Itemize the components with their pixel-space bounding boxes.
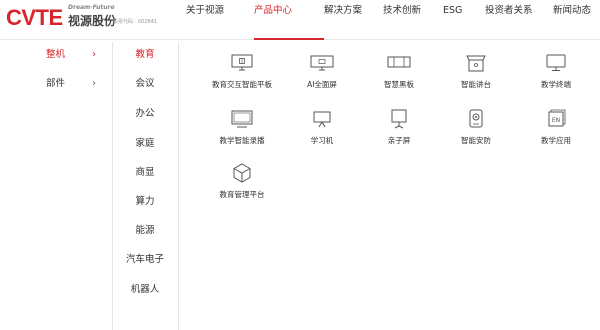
- subcategory-auto-electronics[interactable]: 汽车电子: [112, 250, 178, 270]
- smart-podium-icon: [464, 52, 488, 74]
- nav-products[interactable]: 产品中心: [254, 0, 324, 40]
- recording-display-icon: [230, 108, 254, 130]
- chevron-right-icon: ›: [92, 78, 96, 89]
- product-teaching-app[interactable]: EN 教学应用: [508, 108, 600, 146]
- sidebar-divider: [178, 42, 179, 330]
- category-label: 整机: [46, 49, 66, 60]
- product-label: 教学应用: [541, 136, 571, 145]
- learning-tablet-icon: [310, 108, 334, 130]
- category-components[interactable]: 部件 ›: [46, 74, 102, 94]
- subcategory-meeting[interactable]: 会议: [112, 74, 178, 94]
- nav-investor-relations[interactable]: 投资者关系: [485, 0, 553, 40]
- main-nav: 关于视源 产品中心 解决方案 技术创新 ESG 投资者关系 新闻动态: [178, 0, 600, 40]
- cube-icon: [230, 162, 254, 184]
- subcategory-education[interactable]: 教育: [112, 45, 178, 65]
- product-education-management-platform[interactable]: 教育管理平台: [194, 162, 290, 200]
- smart-blackboard-icon: [387, 52, 411, 74]
- nav-news[interactable]: 新闻动态: [553, 0, 600, 40]
- category-complete-machine[interactable]: 整机 ›: [46, 45, 102, 65]
- product-label: 教学终端: [541, 80, 571, 89]
- nav-about[interactable]: 关于视源: [186, 0, 254, 40]
- logo-tagline: Dream·Future: [68, 4, 115, 11]
- subcategory-commercial-display[interactable]: 商显: [112, 163, 178, 183]
- subcategory-energy[interactable]: 能源: [112, 221, 178, 241]
- top-header: CVTE Dream·Future 视源股份 股票代码：002841 关于视源 …: [0, 0, 600, 40]
- logo-company-name: 视源股份: [68, 14, 117, 28]
- teaching-app-icon: EN: [544, 108, 568, 130]
- ai-fullscreen-icon: [310, 52, 334, 74]
- subcategory-office[interactable]: 办公: [112, 104, 178, 124]
- nav-solutions[interactable]: 解决方案: [324, 0, 383, 40]
- subcategory-robotics[interactable]: 机器人: [112, 280, 178, 300]
- security-camera-icon: [464, 108, 488, 130]
- category-label: 部件: [46, 78, 66, 89]
- nav-esg[interactable]: ESG: [443, 0, 485, 40]
- monitor-icon: [544, 52, 568, 74]
- cvte-logo[interactable]: CVTE Dream·Future 视源股份 股票代码：002841: [6, 4, 176, 36]
- family-screen-icon: [387, 108, 411, 130]
- svg-text:EN: EN: [552, 117, 560, 124]
- product-teaching-terminal[interactable]: 教学终端: [508, 52, 600, 90]
- interactive-panel-icon: [230, 52, 254, 74]
- nav-tech-innovation[interactable]: 技术创新: [383, 0, 443, 40]
- stock-code: 股票代码：002841: [113, 19, 158, 25]
- subcategory-home[interactable]: 家庭: [112, 134, 178, 154]
- logo-wordmark: CVTE: [6, 5, 63, 30]
- product-label: 教育管理平台: [219, 190, 265, 199]
- subcategory-computing[interactable]: 算力: [112, 192, 178, 212]
- chevron-right-icon: ›: [92, 49, 96, 60]
